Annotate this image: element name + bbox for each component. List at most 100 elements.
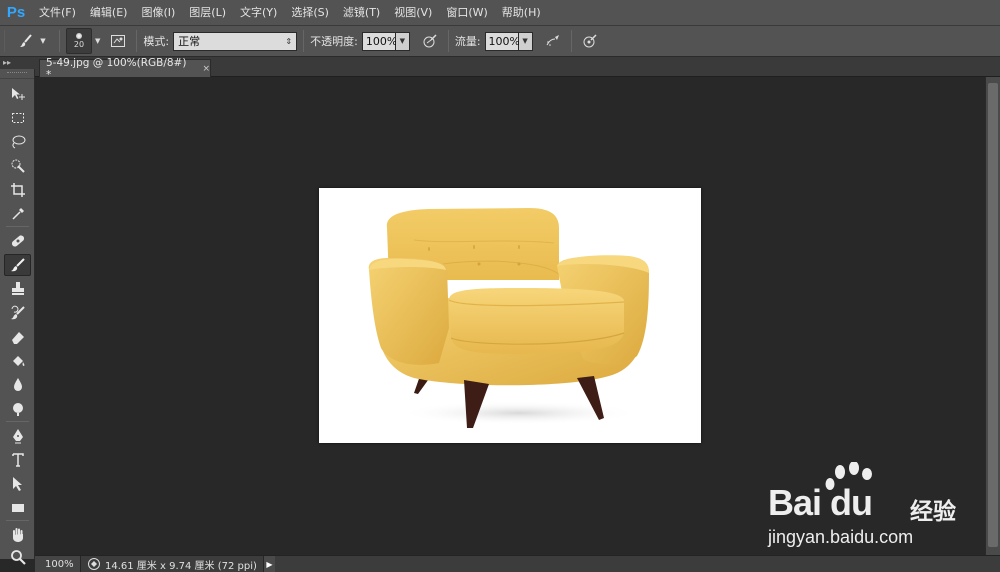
brush-size-value: 20 [73,40,85,49]
separator [570,30,572,52]
chevron-down-icon[interactable]: ▼ [95,37,100,45]
eyedropper-tool[interactable] [4,203,31,225]
mode-select[interactable]: 正常 ⇕ [173,31,298,51]
pressure-icon [423,34,437,48]
eraser-tool[interactable] [4,326,31,348]
pen-icon [12,429,23,444]
options-bar: ▼ 20 ▼ 模式: 正常 ⇕ 不透明度: 100% ▼ 流量: 100% ▼ [0,26,1000,57]
separator [136,30,138,52]
lasso-tool[interactable] [4,131,31,153]
armchair-image [368,208,649,428]
paint-bucket-tool[interactable] [4,350,31,372]
separator [59,30,60,52]
opacity-slider-toggle[interactable]: ▼ [395,31,410,51]
close-icon[interactable]: × [202,64,210,74]
quick-selection-tool[interactable] [4,155,31,177]
status-menu-arrow[interactable]: ▶ [262,555,275,572]
bandage-icon [11,235,24,247]
path-selection-icon [12,477,22,491]
healing-brush-tool[interactable] [4,230,31,252]
toolbox [0,69,35,565]
scrollbar-thumb[interactable] [988,83,998,547]
ps-logo[interactable]: Ps [0,0,32,26]
history-brush-tool[interactable] [4,302,31,324]
document-tab-bar: 5-49.jpg @ 100%(RGB/8#) * × [35,57,1000,81]
menu-layer[interactable]: 图层(L) [182,0,233,26]
crop-tool[interactable] [4,179,31,201]
mode-label: 模式: [143,35,170,48]
flow-label: 流量: [454,35,481,48]
airbrush-icon [546,35,559,46]
brush-panel-button[interactable] [106,29,130,53]
toolbox-grip[interactable] [0,69,34,79]
crop-icon [10,183,25,197]
zoom-tool[interactable] [4,546,31,568]
opacity-input[interactable]: 100% [361,31,397,51]
marquee-tool[interactable] [4,107,31,129]
brush-tool[interactable] [4,254,31,276]
document-canvas[interactable] [319,188,701,443]
separator [6,421,29,422]
paint-bucket-icon [12,356,24,366]
menu-help[interactable]: 帮助(H) [495,0,548,26]
eyedropper-icon [11,208,24,220]
pressure-opacity-button[interactable] [418,29,442,53]
zoom-level-field[interactable]: 100% [35,555,81,572]
brush-panel-icon [111,35,126,47]
blur-tool[interactable] [4,374,31,396]
marquee-icon [11,113,24,123]
zoom-icon [10,550,26,565]
menu-file[interactable]: 文件(F) [32,0,83,26]
separator [6,520,29,521]
brush-tip-icon [76,33,82,39]
menu-select[interactable]: 选择(S) [284,0,336,26]
brush-icon [10,258,25,272]
status-bar: 100% 14.61 厘米 x 9.74 厘米 (72 ppi) ▶ [35,555,1000,572]
hand-tool[interactable] [4,524,31,546]
document-tab[interactable]: 5-49.jpg @ 100%(RGB/8#) * × [39,57,211,81]
flow-input[interactable]: 100% [484,31,520,51]
menu-type[interactable]: 文字(Y) [233,0,284,26]
move-icon [11,88,25,100]
vertical-scrollbar[interactable] [985,77,1000,555]
grip [4,30,5,52]
path-selection-tool[interactable] [4,473,31,495]
rectangle-tool[interactable] [4,497,31,519]
separator [447,30,449,52]
history-brush-icon [10,305,25,320]
menu-view[interactable]: 视图(V) [387,0,439,26]
tool-preset-picker[interactable]: ▼ [11,28,53,54]
collapse-toolbox-icon[interactable]: ▸▸ [0,57,35,69]
type-tool[interactable] [4,449,31,471]
menu-bar: Ps 文件(F) 编辑(E) 图像(I) 图层(L) 文字(Y) 选择(S) 滤… [0,0,1000,26]
type-icon [11,453,24,467]
move-tool[interactable] [4,83,31,105]
lasso-icon [11,135,25,149]
brush-size-picker[interactable]: 20 [66,28,92,54]
menu-edit[interactable]: 编辑(E) [83,0,135,26]
eraser-icon [11,332,24,344]
dodge-tool[interactable] [4,398,31,420]
pressure-size-icon [583,34,597,48]
pressure-size-button[interactable] [578,29,602,53]
flow-slider-toggle[interactable]: ▼ [518,31,533,51]
dodge-icon [12,403,23,416]
document-info-icon[interactable] [87,557,101,571]
quick-selection-icon [11,159,25,173]
pen-tool[interactable] [4,425,31,447]
menu-filter[interactable]: 滤镜(T) [336,0,387,26]
separator [6,226,29,227]
airbrush-button[interactable] [541,29,565,53]
blur-icon [13,378,22,391]
brush-preset-icon [20,34,33,47]
opacity-label: 不透明度: [310,35,358,48]
chevron-down-icon: ▼ [40,37,46,45]
menu-window[interactable]: 窗口(W) [439,0,494,26]
document-info-text: 14.61 厘米 x 9.74 厘米 (72 ppi) [105,560,257,572]
mode-value: 正常 [178,35,201,48]
updown-arrows-icon: ⇕ [285,36,293,46]
menu-image[interactable]: 图像(I) [134,0,182,26]
stamp-icon [11,282,24,295]
photoshop-window: Ps 文件(F) 编辑(E) 图像(I) 图层(L) 文字(Y) 选择(S) 滤… [0,0,1000,572]
clone-stamp-tool[interactable] [4,278,31,300]
